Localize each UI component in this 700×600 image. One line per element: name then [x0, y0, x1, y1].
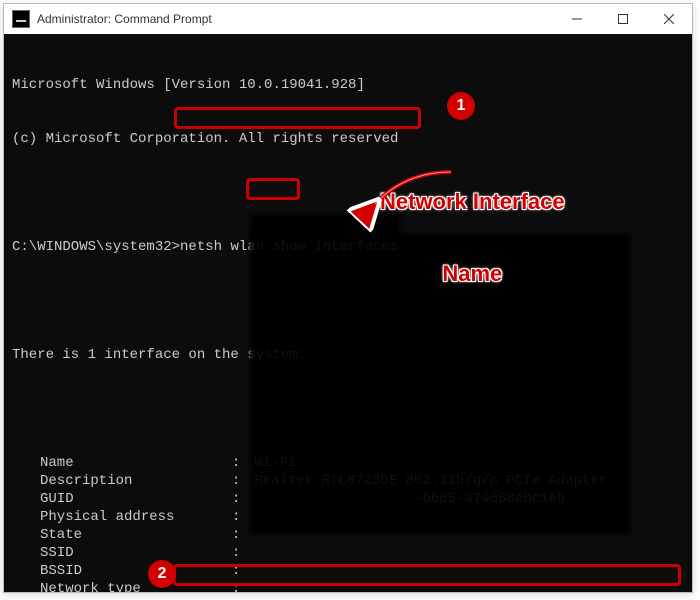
- terminal-body[interactable]: Microsoft Windows [Version 10.0.19041.92…: [4, 34, 692, 592]
- app-window: Administrator: Command Prompt Microsoft …: [3, 3, 693, 593]
- field-label: GUID: [12, 490, 232, 508]
- field-row: SSID:: [12, 544, 684, 562]
- minimize-button[interactable]: [554, 4, 600, 34]
- window-controls: [554, 4, 692, 34]
- step-badge: 1: [447, 92, 475, 120]
- field-row: Network type:: [12, 580, 684, 592]
- field-label: Network type: [12, 580, 232, 592]
- output-line: (c) Microsoft Corporation. All rights re…: [12, 130, 684, 148]
- field-value: [246, 580, 684, 592]
- field-value: [246, 562, 684, 580]
- titlebar[interactable]: Administrator: Command Prompt: [4, 4, 692, 34]
- redaction-box: [250, 214, 400, 236]
- field-value: [246, 544, 684, 562]
- field-row: BSSID:: [12, 562, 684, 580]
- field-label: State: [12, 526, 232, 544]
- field-label: Name: [12, 454, 232, 472]
- field-label: BSSID: [12, 562, 232, 580]
- prompt-path: C:\WINDOWS\system32>: [12, 239, 180, 255]
- maximize-button[interactable]: [600, 4, 646, 34]
- redaction-box: [250, 234, 630, 534]
- highlight-box: [174, 107, 421, 129]
- field-label: Physical address: [12, 508, 232, 526]
- blank-line: [12, 184, 684, 202]
- close-button[interactable]: [646, 4, 692, 34]
- window-title: Administrator: Command Prompt: [37, 12, 554, 26]
- output-line: Microsoft Windows [Version 10.0.19041.92…: [12, 76, 684, 94]
- cmd-icon: [12, 10, 30, 28]
- field-label: SSID: [12, 544, 232, 562]
- field-label: Description: [12, 472, 232, 490]
